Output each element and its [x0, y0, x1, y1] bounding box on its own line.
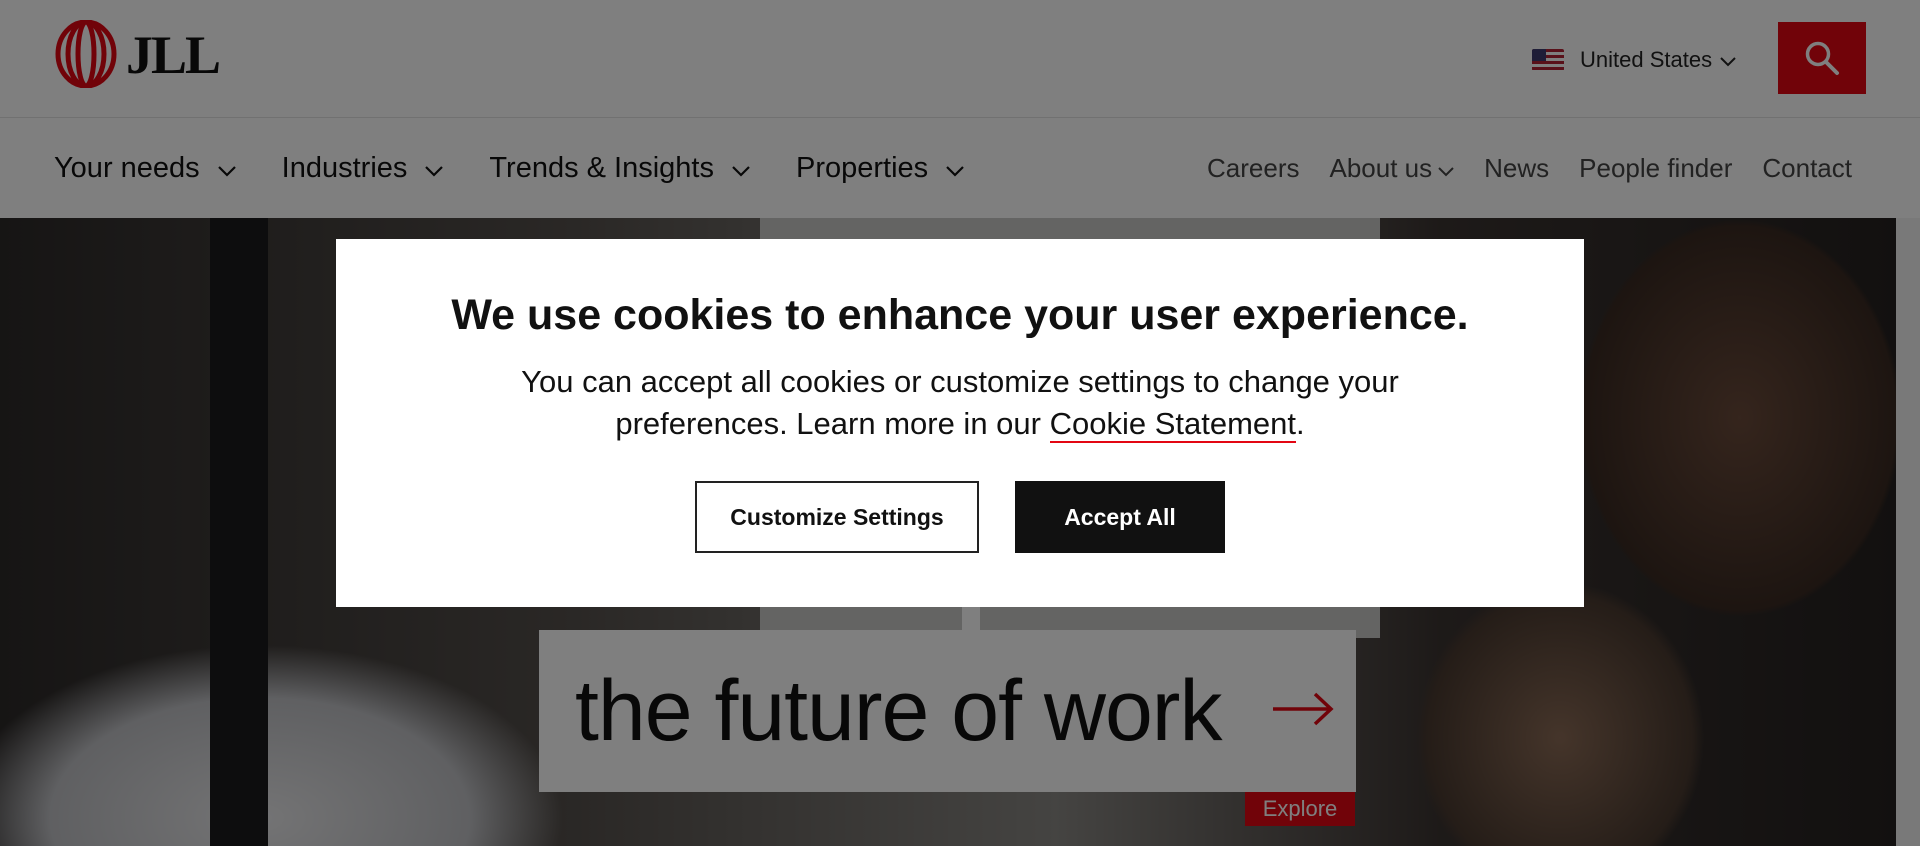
cookie-statement-link[interactable]: Cookie Statement: [1049, 406, 1297, 443]
cookie-modal-title: We use cookies to enhance your user expe…: [451, 291, 1469, 339]
customize-settings-button[interactable]: Customize Settings: [695, 481, 979, 553]
cookie-consent-modal: We use cookies to enhance your user expe…: [336, 239, 1584, 607]
cookie-overlay: We use cookies to enhance your user expe…: [0, 0, 1920, 846]
cookie-body-suffix: .: [1296, 406, 1305, 441]
cookie-modal-body: You can accept all cookies or customize …: [496, 361, 1424, 445]
accept-all-button[interactable]: Accept All: [1015, 481, 1225, 553]
